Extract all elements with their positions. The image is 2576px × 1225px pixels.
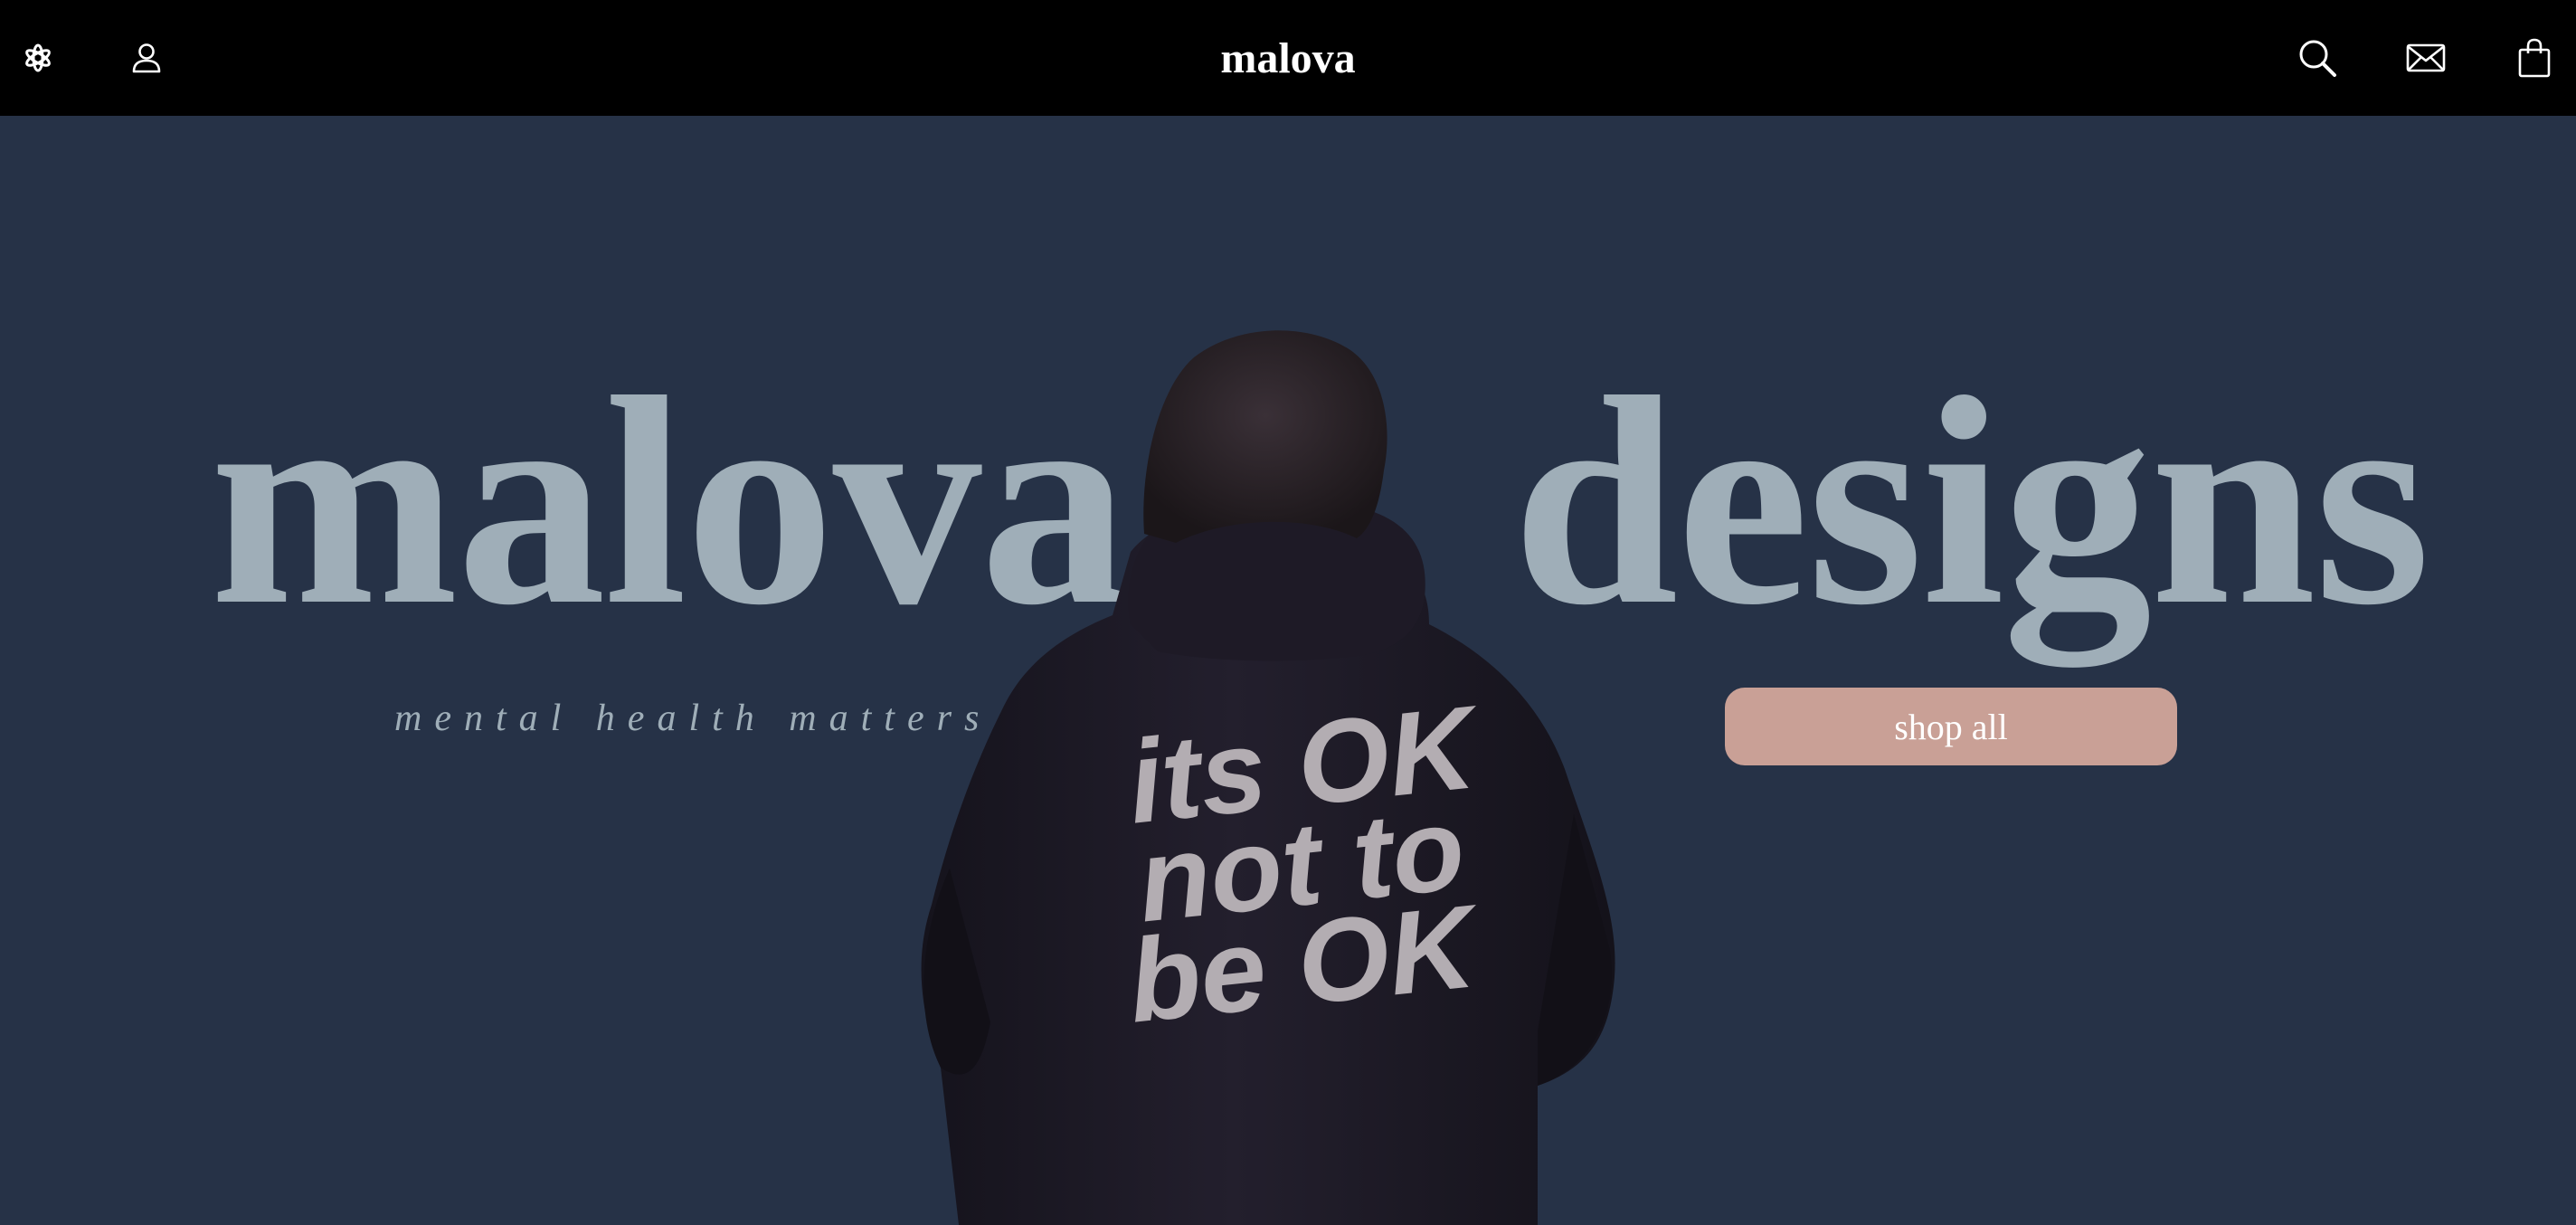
mail-icon[interactable] — [2395, 27, 2457, 89]
user-icon[interactable] — [116, 27, 177, 89]
hero-section: malova designs its OK not to be OK menta… — [0, 116, 2576, 1225]
shop-all-button[interactable]: shop all — [1725, 688, 2177, 765]
brand-logo: malova — [0, 0, 2576, 116]
bag-icon[interactable] — [2504, 27, 2565, 89]
brand-name[interactable]: malova — [1220, 33, 1355, 83]
top-nav-bar: malova — [0, 0, 2576, 116]
hero-tagline: mental health matters — [394, 698, 992, 739]
snowflake-icon[interactable] — [7, 27, 69, 89]
search-icon[interactable] — [2287, 27, 2348, 89]
page: malova malova designs its OK not to be O… — [0, 0, 2576, 1225]
hero-model-image: its OK not to be OK — [0, 116, 2576, 1225]
